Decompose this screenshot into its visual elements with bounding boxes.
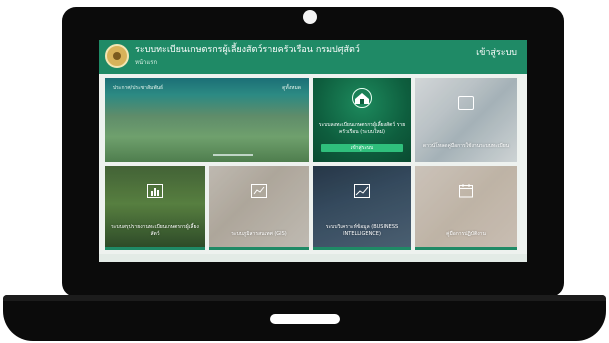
registration-text: ระบบลงทะเบียนเกษตรกรผู้เลี้ยงสัตว์ รายคร… <box>318 122 406 135</box>
tile-accent-strip <box>313 247 411 250</box>
news-banner[interactable]: ประกาศ/ประชาสัมพันธ์ ดูทั้งหมด <box>105 78 309 162</box>
webcam <box>303 10 317 24</box>
tile-manual-download[interactable]: ดาวน์โหลดคู่มือการใช้งานระบบทะเบียน <box>415 78 517 162</box>
tile-registration[interactable]: ระบบลงทะเบียนเกษตรกรผู้เลี้ยงสัตว์ รายคร… <box>313 78 411 162</box>
tile-accent-strip <box>105 247 205 250</box>
laptop-screen: ระบบทะเบียนเกษตรกรผู้เลี้ยงสัตว์รายครัวเ… <box>99 40 527 262</box>
news-view-all-link[interactable]: ดูทั้งหมด <box>282 84 301 92</box>
tile-accent-strip <box>209 247 309 250</box>
trend-icon <box>354 184 370 198</box>
laptop-hinge <box>3 295 606 301</box>
tile-bi-text: ระบบวิเคราะห์ข้อมูล (BUSINESS INTELLIGEN… <box>325 224 399 237</box>
top-bar: ระบบทะเบียนเกษตรกรผู้เลี้ยงสัตว์รายครัวเ… <box>99 40 527 74</box>
tile-business-intelligence[interactable]: ระบบวิเคราะห์ข้อมูล (BUSINESS INTELLIGEN… <box>313 166 411 250</box>
login-link[interactable]: เข้าสู่ระบบ <box>476 48 517 59</box>
tile-operation-manual[interactable]: คู่มือการปฏิบัติงาน <box>415 166 517 250</box>
tile-manual-ops-text: คู่มือการปฏิบัติงาน <box>446 231 486 237</box>
document-icon <box>458 96 474 110</box>
system-title: ระบบทะเบียนเกษตรกรผู้เลี้ยงสัตว์รายครัวเ… <box>135 45 360 55</box>
carousel-indicator[interactable] <box>213 154 253 156</box>
news-banner-label: ประกาศ/ประชาสัมพันธ์ <box>113 85 164 91</box>
bar-chart-icon <box>147 184 163 198</box>
registration-login-button[interactable]: เข้าสู่ระบบ <box>321 144 403 152</box>
department-logo <box>105 44 129 68</box>
map-chart-icon <box>251 184 267 198</box>
tile-accent-strip <box>415 247 517 250</box>
breadcrumb-home[interactable]: หน้าแรก <box>135 59 157 67</box>
barn-icon <box>352 88 372 108</box>
tile-gis[interactable]: ระบบภูมิสารสนเทศ (GIS) <box>209 166 309 250</box>
page-footer-strip <box>99 254 527 262</box>
tile-summary-text: ระบบสรุปรายงานทะเบียนเกษตรกรผู้เลี้ยงสัต… <box>111 224 199 237</box>
tile-manual-text: ดาวน์โหลดคู่มือการใช้งานระบบทะเบียน <box>422 143 510 149</box>
tile-gis-text: ระบบภูมิสารสนเทศ (GIS) <box>231 231 287 237</box>
touchpad <box>270 314 340 324</box>
calendar-icon <box>459 184 473 198</box>
laptop-frame: ระบบทะเบียนเกษตรกรผู้เลี้ยงสัตว์รายครัวเ… <box>0 0 609 343</box>
tile-summary-report[interactable]: ระบบสรุปรายงานทะเบียนเกษตรกรผู้เลี้ยงสัต… <box>105 166 205 250</box>
